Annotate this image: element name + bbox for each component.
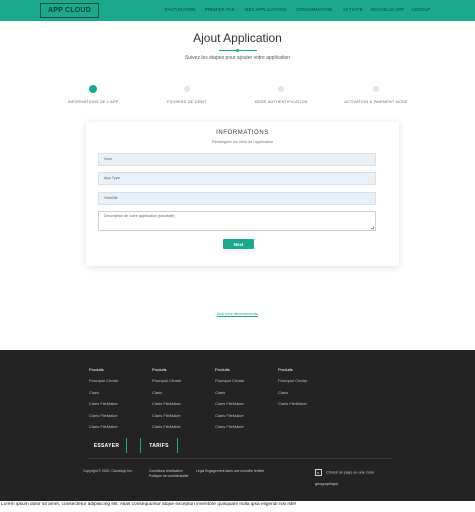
step-dot	[184, 86, 190, 92]
footer-link[interactable]: Claris FileMaker	[215, 401, 275, 412]
footer-link[interactable]: Claris FileMaker	[215, 413, 275, 424]
region-selector[interactable]: ▸ Choisir un pays ou une zone	[315, 469, 374, 476]
step-label: MODE AUTHENTIFICATION	[254, 100, 308, 104]
nav-consommation[interactable]: CONSOMMATION	[296, 7, 332, 12]
legal-link[interactable]: Legal Engagement dans une nouvelle fenêt…	[196, 469, 264, 473]
region-label: Choisir un pays ou une zone	[326, 470, 375, 475]
privacy-link[interactable]: Politique de confidentialité	[149, 474, 188, 478]
resize-grip-icon[interactable]	[371, 226, 374, 229]
footer-link[interactable]: Claris FileMaker	[215, 424, 275, 435]
footer-link[interactable]: Claris FileMaker	[89, 401, 149, 412]
footer-link[interactable]: Claris FileMaker	[152, 424, 212, 435]
footer-link[interactable]: Claris FileMaker	[278, 401, 338, 412]
name-field[interactable]: Nom	[98, 153, 376, 166]
form-title: INFORMATIONS	[216, 130, 269, 136]
nav-facturation[interactable]: FACTURATION	[165, 7, 195, 12]
page-subtitle: Suivez les étapes pour ajouter votre app…	[184, 55, 291, 61]
footer-column: Produits Pourquoi Choisir Claris Claris …	[152, 367, 212, 435]
form-subtitle: Renseignez les infos de l'application	[211, 140, 274, 144]
footer-link[interactable]: Claris FileMaker	[152, 401, 212, 412]
globe-icon: ▸	[315, 469, 322, 476]
app-type-field[interactable]: App Type	[98, 172, 376, 185]
step-dot	[373, 86, 379, 92]
footer-link[interactable]: Claris FileMaker	[152, 413, 212, 424]
subscriptions-link[interactable]: Voir mes abonnements	[0, 311, 475, 316]
description-textarea[interactable]: Description de votre application (facult…	[98, 211, 376, 231]
footer-divider	[87, 458, 392, 459]
step-dot	[278, 86, 284, 92]
footer-column-heading[interactable]: Produits	[89, 367, 149, 378]
nav-logout[interactable]: LOGOUT	[412, 7, 430, 12]
footer-link[interactable]: Pourquoi Choisir	[89, 378, 149, 389]
footer-link[interactable]: Pourquoi Choisir	[278, 378, 338, 389]
footer-link[interactable]: Claris FileMaker	[89, 413, 149, 424]
footer-link[interactable]: Pourquoi Choisir	[152, 378, 212, 389]
region-label-continued[interactable]: géographique	[315, 482, 338, 486]
top-navbar: APP CLOUD FACTURATION PREMIER PAS MES AP…	[0, 0, 475, 21]
description-placeholder: Description de votre application (facult…	[104, 214, 175, 218]
visibility-field[interactable]: Visibilité	[98, 192, 376, 205]
title-divider	[219, 48, 257, 52]
footer-link[interactable]: Claris FileMaker	[89, 424, 149, 435]
footer-column: Produits Pourquoi Choisir Claris Claris …	[278, 367, 338, 413]
footer-column-heading[interactable]: Produits	[278, 367, 338, 378]
app-cloud-logo[interactable]: APP CLOUD	[40, 3, 99, 18]
nav-premier-pas[interactable]: PREMIER PAS	[205, 7, 234, 12]
next-button[interactable]: Next	[223, 239, 254, 249]
footer-column-heading[interactable]: Produits	[152, 367, 212, 378]
lorem-text: Lorem ipsum dolor sit amet, consectetur …	[1, 502, 297, 507]
nav-mes-applications[interactable]: MES APPLICATIONS	[245, 7, 287, 12]
pricing-button[interactable]: TARIFS	[140, 438, 178, 453]
page-title: Ajout Application	[193, 31, 282, 45]
step-label: ACTIVATION & PAIEMENT MODE	[344, 100, 408, 104]
footer: Produits Pourquoi Choisir Claris Claris …	[0, 350, 475, 501]
footer-column-heading[interactable]: Produits	[215, 367, 275, 378]
step-dot-active	[89, 85, 97, 93]
footer-column: Produits Pourquoi Choisir Claris Claris …	[89, 367, 149, 435]
footer-column: Produits Pourquoi Choisir Claris Claris …	[215, 367, 275, 435]
footer-link[interactable]: Claris	[89, 390, 149, 401]
footer-link[interactable]: Claris	[215, 390, 275, 401]
nav-nouvelle-app[interactable]: NOUVELLE APP	[371, 7, 404, 12]
terms-link[interactable]: Conditions d'utilisation	[149, 469, 183, 473]
try-button[interactable]: ESSAYER	[87, 438, 127, 453]
footer-link[interactable]: Claris	[278, 390, 338, 401]
nav-activite[interactable]: ACTIVITÉ	[343, 7, 363, 12]
form-card: INFORMATIONS Renseignez les infos de l'a…	[86, 122, 399, 266]
copyright: Copyright © 2020, CloudApp Inc.	[83, 469, 133, 473]
footer-link[interactable]: Claris	[152, 390, 212, 401]
footer-link[interactable]: Pourquoi Choisir	[215, 378, 275, 389]
